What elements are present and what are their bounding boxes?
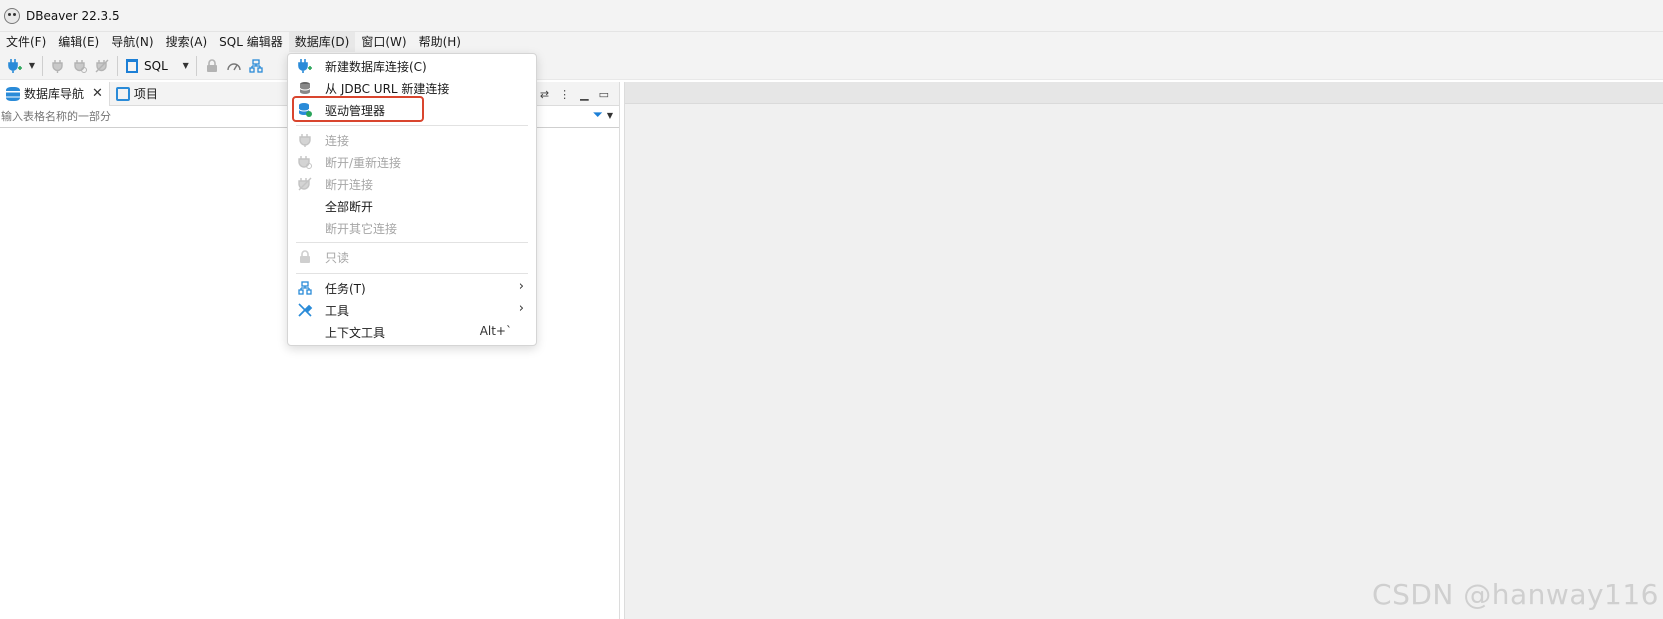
menu-new-from-jdbc-url[interactable]: 从 JDBC URL 新建连接 [288,78,536,98]
view-menu-icon[interactable]: ⋮ [559,88,570,101]
menu-label: 上下文工具 [325,326,386,340]
menu-reconnect[interactable]: 断开/重新连接 [288,152,536,172]
menu-disconnect-others[interactable]: 断开其它连接 [288,218,536,238]
dashboard-icon[interactable] [223,55,245,77]
project-icon [115,86,130,101]
menu-database[interactable]: 数据库(D) [288,32,356,52]
menu-label: 工具 [325,304,350,318]
chevron-down-icon: ▼ [606,111,613,120]
database-icon [6,86,20,101]
menu-label: 断开/重新连接 [325,156,402,170]
menu-edit[interactable]: 编辑(E) [52,32,105,52]
menu-read-only[interactable]: 只读 [288,247,536,267]
menu-label: 只读 [325,251,350,265]
new-connection-icon[interactable] [4,55,26,77]
menu-label: 全部断开 [325,200,374,214]
sql-editor-button[interactable]: SQL [122,55,172,77]
link-editor-icon[interactable]: ⇄ [540,88,549,101]
tab-database-navigator-label: 数据库导航 [24,87,85,101]
menu-label: 连接 [325,134,350,148]
filter-icon: ⏷ [592,108,603,123]
watermark: CSDN @hanway116 [1372,578,1659,611]
menu-context-tools[interactable]: 上下文工具 Alt+` [288,322,536,342]
toolbar-separator [42,55,43,76]
menu-label: 断开连接 [325,178,374,192]
tab-projects[interactable]: 项目 [110,82,164,106]
menu-disconnect-all[interactable]: 全部断开 [288,196,536,216]
sql-dropdown-arrow-icon[interactable]: ▼ [180,55,192,77]
close-icon[interactable]: ✕ [92,86,103,101]
menu-label: 驱动管理器 [325,104,386,118]
tools-icon [297,302,313,318]
reconnect-icon[interactable] [69,55,91,77]
tasks-icon[interactable] [245,55,267,77]
tasks-icon [297,280,313,296]
minimize-icon[interactable]: ▁ [580,88,588,101]
dbeaver-logo-icon [4,7,20,24]
menu-bar: 文件(F) 编辑(E) 导航(N) 搜索(A) SQL 编辑器 数据库(D) 窗… [0,32,1663,52]
chevron-right-icon: › [518,301,524,316]
reconnect-icon [297,154,313,170]
menu-file[interactable]: 文件(F) [0,32,52,52]
sql-editor-label: SQL [144,58,168,73]
tab-database-navigator[interactable]: 数据库导航 ✕ [0,81,110,106]
menu-new-connection[interactable]: 新建数据库连接(C) [288,56,536,76]
editor-area [624,82,1663,619]
menu-disconnect[interactable]: 断开连接 [288,174,536,194]
menu-label: 断开其它连接 [325,222,398,236]
menu-label: 任务(T) [325,282,366,296]
disconnect-icon[interactable] [91,55,113,77]
lock-icon [297,249,313,265]
driver-manager-icon [297,102,313,118]
menu-separator [296,242,528,243]
menu-label: 新建数据库连接(C) [325,60,427,74]
toolbar-separator [195,55,197,76]
shortcut-label: Alt+` [479,324,512,338]
dropdown-arrow-icon[interactable]: ▼ [26,55,38,77]
menu-search[interactable]: 搜索(A) [160,32,214,52]
filter-settings-button[interactable]: ⏷ ▼ [592,108,613,123]
title-bar: DBeaver 22.3.5 [0,0,1663,32]
pane-controls: ⇄ ⋮ ▁ ▭ [540,82,609,106]
menu-window[interactable]: 窗口(W) [355,32,412,52]
maximize-icon[interactable]: ▭ [599,88,609,101]
window-title: DBeaver 22.3.5 [26,8,120,23]
sql-editor-icon [126,58,138,73]
tab-projects-label: 项目 [133,87,158,101]
menu-help[interactable]: 帮助(H) [413,32,467,52]
menu-separator [296,273,528,274]
new-connection-icon [297,58,313,74]
menu-separator [296,125,528,126]
menu-driver-manager[interactable]: 驱动管理器 [288,100,536,120]
database-menu-dropdown: 新建数据库连接(C) 从 JDBC URL 新建连接 驱动管理器 连接 断开/重… [287,53,537,346]
connect-icon[interactable] [47,55,69,77]
connect-icon [297,132,313,148]
disconnect-icon [297,176,313,192]
menu-tasks[interactable]: 任务(T) › [288,278,536,298]
menu-tools[interactable]: 工具 › [288,300,536,320]
editor-tab-strip [625,82,1663,104]
database-stack-icon [297,80,313,96]
toolbar-separator [117,55,118,76]
main-toolbar: ▼ SQL ▼ [0,52,1663,80]
menu-label: 从 JDBC URL 新建连接 [325,82,450,96]
menu-connect[interactable]: 连接 [288,130,536,150]
lock-icon[interactable] [201,55,223,77]
chevron-right-icon: › [518,279,524,294]
menu-sql-editor[interactable]: SQL 编辑器 [213,32,289,52]
menu-navigate[interactable]: 导航(N) [105,32,159,52]
